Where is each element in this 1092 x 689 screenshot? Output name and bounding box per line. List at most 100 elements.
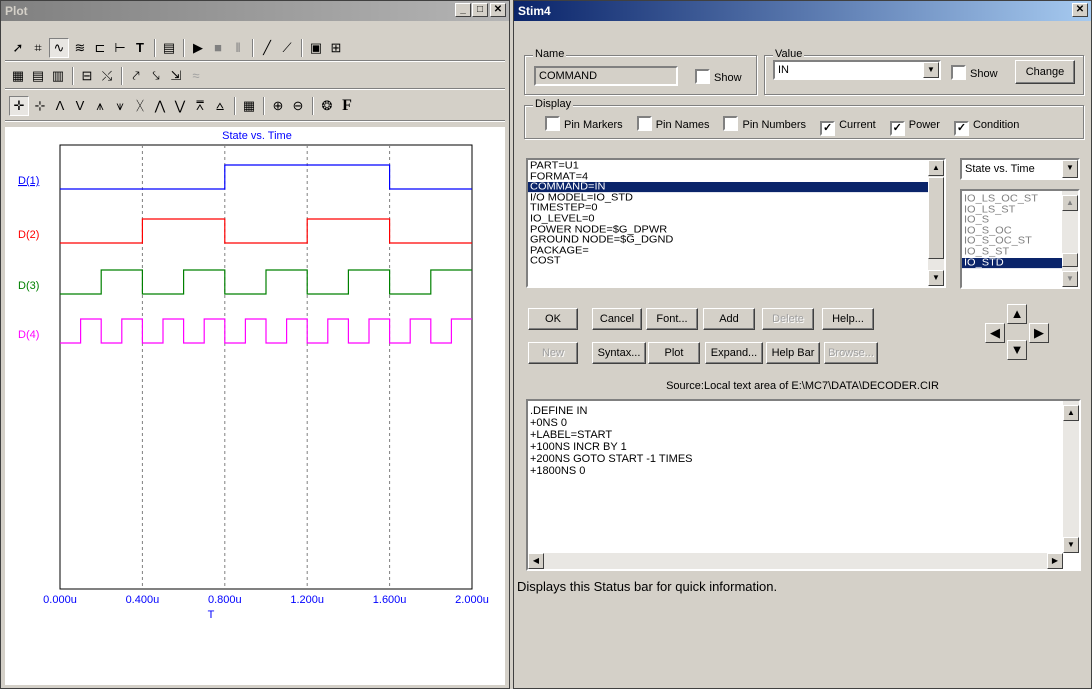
trace-d3[interactable] <box>60 269 472 295</box>
top-icon[interactable]: ⩞ <box>191 97 209 115</box>
display-checkbox[interactable]: ✓ Condition <box>953 119 1019 136</box>
ok-button[interactable]: OK <box>528 308 578 330</box>
frame-icon[interactable]: ▣ <box>307 39 325 57</box>
checkbox-box[interactable] <box>695 69 710 84</box>
scroll-up-icon[interactable]: ▲ <box>1063 405 1079 421</box>
plot-button[interactable]: Plot <box>648 342 700 364</box>
scroll-up-icon[interactable]: ▲ <box>928 160 944 176</box>
model-item[interactable]: IO_S <box>962 215 1078 225</box>
chevron-down-icon[interactable]: ▼ <box>923 62 939 78</box>
browse-button[interactable]: Browse... <box>824 342 878 364</box>
checkbox-box[interactable]: ✓ <box>889 121 905 136</box>
scroll-thumb[interactable] <box>1062 253 1078 267</box>
diagonal-icon[interactable]: ⟋ <box>278 39 296 57</box>
pointer-icon[interactable]: ➚ <box>9 39 27 57</box>
cancel-button[interactable]: Cancel <box>592 308 642 330</box>
cursor-move-icon[interactable]: ⊹ <box>31 97 49 115</box>
cursor-a-icon[interactable]: ⤤ <box>127 67 145 85</box>
cursor-cross-icon[interactable]: ✛ <box>9 95 29 116</box>
mode-select-icon[interactable]: ⌗ <box>29 39 47 57</box>
help-bar-button[interactable]: Help Bar <box>766 342 820 364</box>
model-item[interactable]: IO_S_OC <box>962 226 1078 236</box>
checkbox-box[interactable] <box>951 65 966 80</box>
zoom-out-icon[interactable]: ⊖ <box>289 97 307 115</box>
trace-label[interactable]: D(4) <box>18 329 39 341</box>
attribute-item[interactable]: POWER NODE=$G_DPWR <box>528 224 944 235</box>
new-button[interactable]: New <box>528 342 578 364</box>
trace-label[interactable]: D(1) <box>18 175 39 187</box>
ghost-icon[interactable]: ≈ <box>187 67 205 85</box>
value-show-checkbox[interactable]: Show <box>951 65 998 80</box>
help-button[interactable]: Help... <box>822 308 874 330</box>
scroll-down-icon[interactable]: ▼ <box>1063 537 1079 553</box>
value-combo[interactable]: IN ▼ <box>773 60 941 80</box>
checkbox-box[interactable] <box>545 116 560 131</box>
chevron-down-icon[interactable]: ▼ <box>1062 160 1078 178</box>
cursor-b-icon[interactable]: ⤥ <box>147 67 165 85</box>
peak-icon[interactable]: Λ <box>51 97 69 115</box>
inflection-icon[interactable]: ᚷ <box>131 97 149 115</box>
scroll-right-icon[interactable]: ▶ <box>1047 553 1063 569</box>
valley-icon[interactable]: V <box>71 97 89 115</box>
name-show-checkbox[interactable]: Show <box>695 69 742 84</box>
wire-icon[interactable]: ≋ <box>71 39 89 57</box>
bottom-icon[interactable]: ⩟ <box>211 97 229 115</box>
scroll-thumb[interactable] <box>928 177 944 259</box>
checkbox-box[interactable] <box>636 116 652 131</box>
text-vscrollbar[interactable]: ▲ ▼ <box>1063 401 1079 553</box>
vgrid-icon[interactable]: ▥ <box>49 67 67 85</box>
flag-icon[interactable]: ⊢ <box>111 39 129 57</box>
low-icon[interactable]: ⩛ <box>111 97 129 115</box>
trace-label[interactable]: D(2) <box>18 229 39 241</box>
line-icon[interactable]: ╱ <box>258 39 276 57</box>
plot-titlebar[interactable]: Plot _ □ ✕ <box>1 1 509 21</box>
attribute-scrollbar[interactable]: ▲ ▼ <box>928 160 944 286</box>
name-field[interactable]: COMMAND <box>534 66 678 86</box>
plot-area[interactable]: State vs. Time D(1) D(2) D(3) D(4) 0.000u 0.… <box>5 127 505 685</box>
display-checkbox[interactable]: Pin Numbers <box>723 116 806 131</box>
fill-grid-icon[interactable]: ▦ <box>9 67 27 85</box>
expand-button[interactable]: Expand... <box>705 342 763 364</box>
scroll-down-icon[interactable]: ▼ <box>928 270 944 286</box>
attribute-item[interactable]: IO_LEVEL=0 <box>528 214 944 224</box>
display-checkbox[interactable]: ✓ Power <box>889 119 940 136</box>
add-button[interactable]: Add <box>703 308 755 330</box>
attribute-item[interactable]: TIMESTEP=0 <box>528 203 944 213</box>
attribute-item[interactable]: COST <box>528 256 944 266</box>
palette-icon[interactable]: ❂ <box>318 97 336 115</box>
model-list[interactable]: IO_LS_OC_ST IO_LS_ST IO_S IO_S_OC IO_S_OC_ST… <box>960 189 1080 289</box>
trace-d2[interactable] <box>60 218 472 244</box>
trace-icon[interactable]: ∿ <box>49 37 69 58</box>
trace-label[interactable]: D(3) <box>18 280 39 292</box>
stop-icon[interactable]: ■ <box>209 39 227 57</box>
pause-icon[interactable]: ‖ <box>229 39 247 57</box>
display-checkbox[interactable]: ✓ Current <box>820 119 876 136</box>
hgrid-icon[interactable]: ▤ <box>29 67 47 85</box>
model-item[interactable]: IO_STD <box>962 257 1078 268</box>
stim-titlebar[interactable]: Stim4 ✕ <box>514 1 1091 21</box>
close-button[interactable]: ✕ <box>1072 3 1088 17</box>
font-button[interactable]: Font... <box>646 308 698 330</box>
attribute-item[interactable]: PACKAGE= <box>528 245 944 256</box>
arrow-right-icon[interactable]: ▶ <box>1029 323 1049 343</box>
attribute-item[interactable]: I/O MODEL=IO_STD <box>528 193 944 203</box>
text-icon[interactable]: T <box>131 39 149 57</box>
checkbox-box[interactable] <box>723 116 739 131</box>
checkbox-box[interactable]: ✓ <box>953 121 969 136</box>
model-item[interactable]: IO_S_OC_ST <box>962 236 1078 246</box>
attribute-item[interactable]: PART=U1 <box>528 161 944 171</box>
attribute-list[interactable]: PART=U1 FORMAT=4 COMMAND=IN I/O MODEL=IO_ST… <box>526 158 946 288</box>
model-scrollbar[interactable]: ▲ ▼ <box>1062 191 1078 287</box>
high-icon[interactable]: ⩚ <box>91 97 109 115</box>
font-icon[interactable]: F <box>338 97 356 115</box>
text-hscrollbar[interactable]: ◀ ▶ <box>528 553 1063 569</box>
maximize-button[interactable]: □ <box>472 3 488 17</box>
trace-d1[interactable] <box>60 164 472 190</box>
attribute-item[interactable]: COMMAND=IN <box>528 182 944 192</box>
arrow-left-icon[interactable]: ◀ <box>985 323 1005 343</box>
slope-icon[interactable]: ⤯ <box>98 67 116 85</box>
arrow-down-icon[interactable]: ▼ <box>1007 340 1027 360</box>
model-item[interactable]: IO_S_ST <box>962 247 1078 257</box>
grid-icon[interactable]: ⊞ <box>327 39 345 57</box>
model-item[interactable]: IO_LS_ST <box>962 204 1078 215</box>
